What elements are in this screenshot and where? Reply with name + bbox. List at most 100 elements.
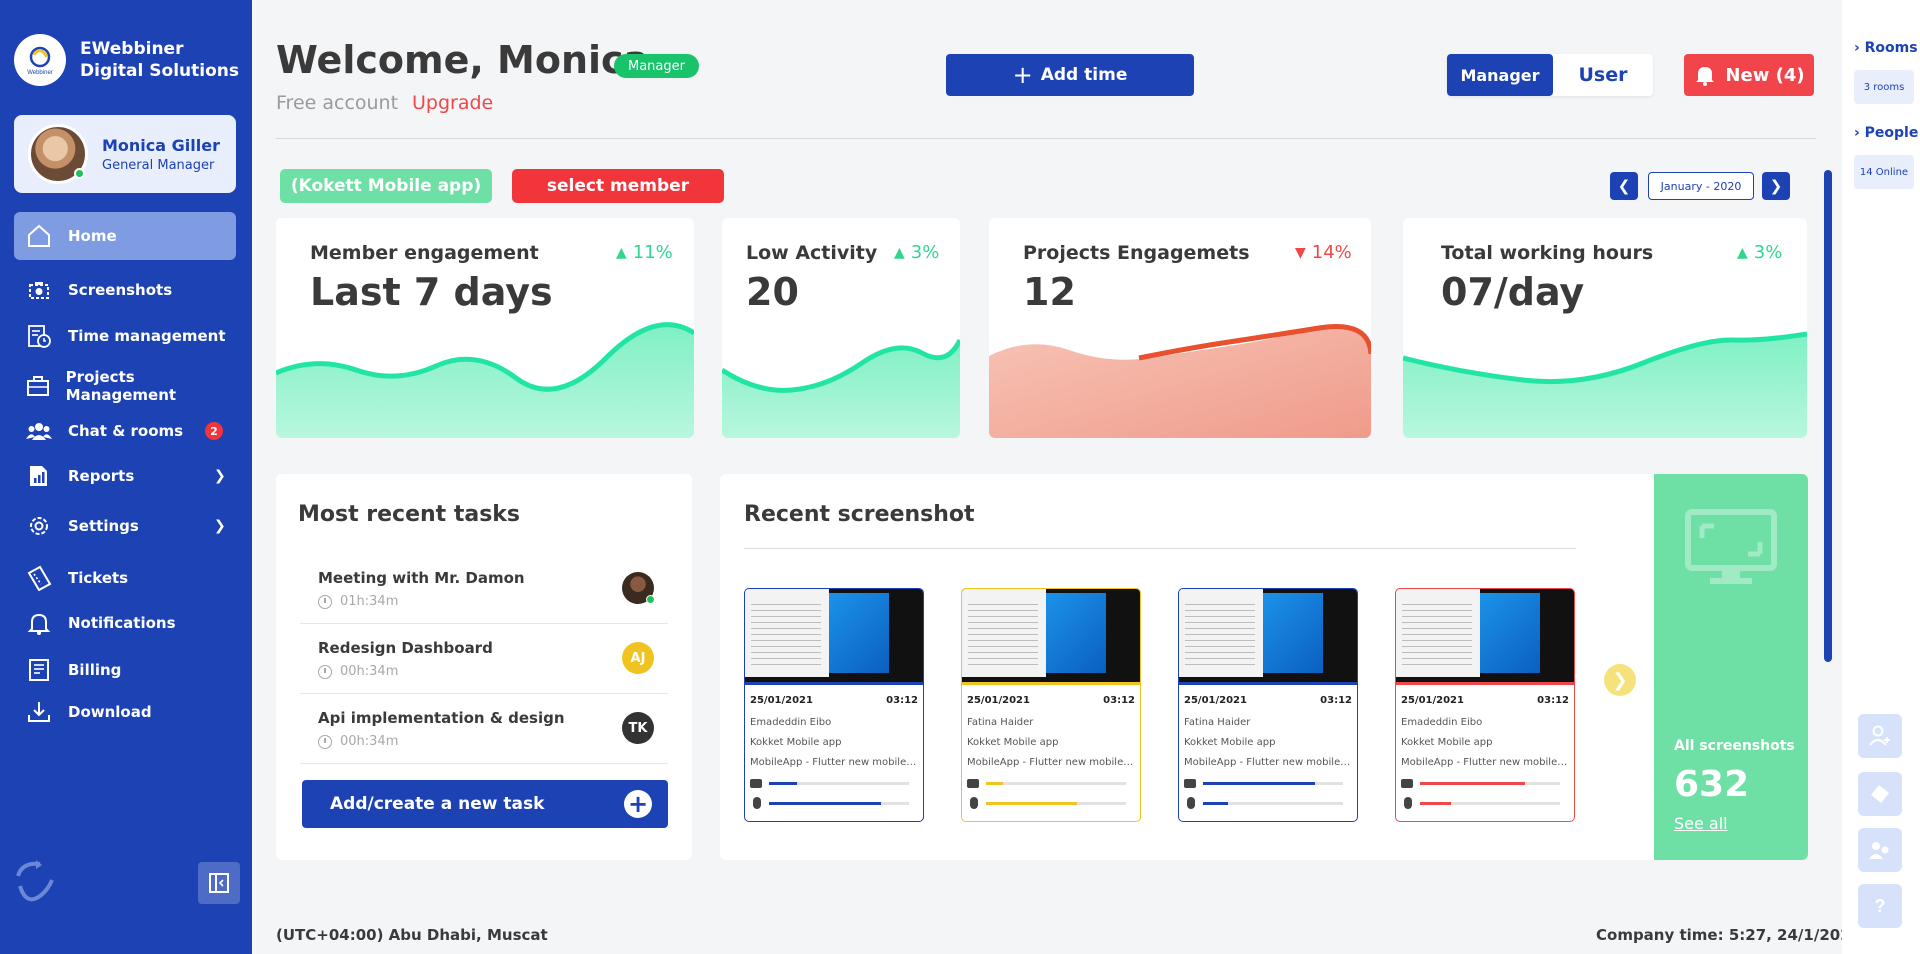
see-all-link[interactable]: See all — [1674, 814, 1728, 833]
avatar: TK — [622, 712, 654, 744]
sidebar-item-tickets[interactable]: Tickets — [14, 554, 236, 602]
mouse-icon — [753, 797, 761, 809]
screenshot-project: Kokket Mobile app — [967, 737, 1059, 748]
stat-sparkline — [276, 322, 694, 438]
arrow-up-icon: ▲ — [1737, 244, 1748, 261]
screenshot-thumbnail[interactable] — [745, 589, 923, 685]
screenshot-duration: 03:12 — [1103, 695, 1135, 706]
screenshot-card[interactable]: 25/01/2021 03:12 Emadeddin Eibo Kokket Mobi… — [744, 588, 924, 822]
scrollbar-thumb[interactable] — [1824, 170, 1832, 662]
sidebar-item-label: Settings — [68, 517, 139, 535]
sidebar-item-label: Projects Management — [65, 368, 177, 404]
stat-sparkline — [989, 324, 1371, 438]
toggle-user[interactable]: User — [1553, 54, 1653, 96]
next-screenshots-button[interactable]: ❯ — [1604, 664, 1636, 696]
screenshot-thumbnail[interactable] — [962, 589, 1140, 685]
chevron-down-icon[interactable]: ❯ — [214, 518, 226, 534]
task-name: Api implementation & design — [318, 709, 565, 727]
add-time-button[interactable]: + Add time — [946, 54, 1194, 96]
sidebar-item-home[interactable]: Home — [14, 212, 236, 260]
stat-value: 12 — [1023, 270, 1076, 314]
add-task-label: Add/create a new task — [330, 794, 545, 814]
clock-icon — [318, 734, 332, 749]
section-divider — [744, 548, 1576, 549]
stat-card-member-engagement: Member engagement Last 7 days ▲ 11% — [276, 218, 694, 438]
sidebar-item-settings[interactable]: Settings ❯ — [14, 502, 236, 550]
people-count[interactable]: 14 Online — [1854, 155, 1914, 189]
date-next-button[interactable]: ❯ — [1762, 172, 1790, 200]
add-task-button[interactable]: Add/create a new task + — [302, 780, 668, 828]
mouse-activity-bar — [986, 802, 1126, 805]
add-user-button[interactable] — [1858, 714, 1902, 758]
sync-logo-icon — [16, 860, 54, 902]
keyboard-activity-fill — [986, 782, 1003, 785]
monitor-icon — [1685, 509, 1777, 584]
stat-delta: ▼ 14% — [1295, 242, 1352, 263]
people-icon — [24, 416, 54, 446]
collapse-sidebar-button[interactable] — [198, 862, 240, 904]
screenshot-card[interactable]: 25/01/2021 03:12 Fatina Haider Kokket Mobil… — [961, 588, 1141, 822]
screenshot-project: Kokket Mobile app — [750, 737, 842, 748]
sidebar-item-billing[interactable]: Billing — [14, 646, 236, 694]
sidebar-item-projects-management[interactable]: Projects Management — [14, 362, 236, 410]
date-prev-button[interactable]: ❮ — [1610, 172, 1638, 200]
screenshot-thumbnail[interactable] — [1396, 589, 1574, 685]
rooms-header[interactable]: › Rooms — [1854, 40, 1918, 56]
sidebar-item-reports[interactable]: Reports ❯ — [14, 452, 236, 500]
sidebar-item-time-management[interactable]: Time management — [14, 312, 236, 360]
mouse-activity-fill — [1203, 802, 1229, 805]
sidebar-item-label: Reports — [68, 467, 135, 485]
sidebar-toggle-icon — [209, 873, 229, 893]
member-select[interactable]: select member — [512, 169, 724, 203]
ticket-button[interactable] — [1858, 772, 1902, 816]
clock-icon — [318, 664, 332, 679]
screenshot-card[interactable]: 25/01/2021 03:12 Fatina Haider Kokket Mobil… — [1178, 588, 1358, 822]
chevron-right-icon: ❯ — [1612, 669, 1628, 691]
account-type: Free account — [276, 92, 399, 114]
task-duration: 00h:34m — [318, 734, 398, 749]
profile-card[interactable]: Monica Giller General Manager — [14, 115, 236, 193]
screenshot-date: 25/01/2021 — [967, 695, 1030, 706]
stat-label: Low Activity — [746, 242, 878, 264]
sidebar-item-screenshots[interactable]: Screenshots — [14, 266, 236, 314]
stat-value: 20 — [746, 270, 799, 314]
arrow-up-icon: ▲ — [894, 244, 905, 261]
sidebar-item-label: Tickets — [68, 569, 129, 587]
keyboard-activity-bar — [1203, 782, 1343, 785]
stat-value: Last 7 days — [310, 270, 553, 314]
all-screenshots-panel[interactable]: All screenshots 632 See all — [1654, 474, 1808, 860]
toggle-manager[interactable]: Manager — [1447, 54, 1553, 96]
company-time-label: Company time: 5:27, 24/1/2021 — [1596, 926, 1862, 944]
task-row[interactable]: Meeting with Mr. Damon 01h:34m — [300, 554, 668, 624]
keyboard-icon — [750, 779, 762, 788]
sidebar-item-chat-rooms[interactable]: Chat & rooms 2 — [14, 407, 236, 455]
screenshot-project: Kokket Mobile app — [1184, 737, 1276, 748]
rooms-count[interactable]: 3 rooms — [1854, 70, 1914, 104]
task-row[interactable]: Api implementation & design 00h:34m TK — [300, 694, 668, 764]
help-button[interactable]: ? — [1858, 884, 1902, 928]
new-notifications-button[interactable]: New (4) — [1684, 54, 1814, 96]
online-status-dot — [74, 168, 85, 179]
project-filter[interactable]: (Kokett Mobile app) — [280, 169, 492, 203]
date-display[interactable]: January - 2020 — [1648, 172, 1754, 200]
stat-delta: ▲ 3% — [894, 242, 940, 263]
stat-label: Total working hours — [1441, 242, 1654, 264]
ticket-icon — [1871, 785, 1889, 803]
upgrade-link[interactable]: Upgrade — [412, 92, 493, 114]
screenshot-duration: 03:12 — [1320, 695, 1352, 706]
screenshot-card[interactable]: 25/01/2021 03:12 Emadeddin Eibo Kokket Mobi… — [1395, 588, 1575, 822]
chevron-down-icon[interactable]: ❯ — [214, 468, 226, 484]
task-row[interactable]: Redesign Dashboard 00h:34m AJ — [300, 624, 668, 694]
screenshot-date: 25/01/2021 — [750, 695, 813, 706]
bill-icon — [24, 655, 54, 685]
arrow-up-icon: ▲ — [616, 244, 627, 261]
camera-icon — [24, 275, 54, 305]
sidebar-item-label: Notifications — [68, 614, 176, 632]
sidebar-item-notifications[interactable]: Notifications — [14, 599, 236, 647]
sidebar-item-download[interactable]: Download — [14, 688, 236, 736]
people-header[interactable]: › People — [1854, 125, 1918, 141]
team-button[interactable] — [1858, 828, 1902, 872]
profile-role: General Manager — [102, 157, 215, 173]
profile-name: Monica Giller — [102, 135, 220, 155]
screenshot-thumbnail[interactable] — [1179, 589, 1357, 685]
